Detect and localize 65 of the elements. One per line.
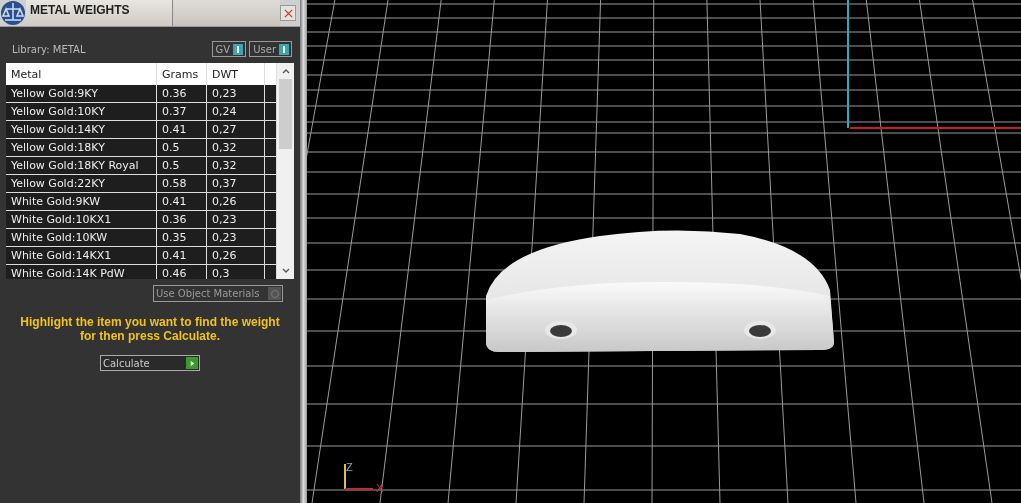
instruction-text: Highlight the item you want to find the weight for then press Calculate. xyxy=(19,315,281,343)
table-row[interactable]: Yellow Gold:18KY Royal 0.5 0,32 xyxy=(6,157,277,175)
part-drawing[interactable] xyxy=(486,230,834,352)
table-row[interactable]: Yellow Gold:9KY 0.36 0,23 xyxy=(6,85,277,103)
axis-label: X xyxy=(376,482,384,494)
table-cell: 0.41 xyxy=(157,121,207,138)
table-cell: Yellow Gold:18KY xyxy=(6,139,157,156)
table-cell: 0,27 xyxy=(207,121,265,138)
table-cell: White Gold:10KX1 xyxy=(6,211,157,228)
table-row[interactable]: White Gold:14K PdW 0.46 0,3 xyxy=(6,265,277,279)
table-cell: 0.35 xyxy=(157,229,207,246)
axis-icon xyxy=(344,463,374,490)
library-label: Library: METAL xyxy=(12,43,86,55)
table-row[interactable]: Yellow Gold:22KY 0.58 0,37 xyxy=(6,175,277,193)
table-cell: 0.46 xyxy=(157,265,207,279)
table-cell: 0.5 xyxy=(157,139,207,156)
table-cell: 0,24 xyxy=(207,103,265,120)
table-row[interactable]: Yellow Gold:14KY 0.41 0,27 xyxy=(6,121,277,139)
table-cell: Yellow Gold:22KY xyxy=(6,175,157,192)
table-cell: 0,23 xyxy=(207,85,265,102)
table-cell: 0.5 xyxy=(157,157,207,174)
table-cell: 0.41 xyxy=(157,247,207,264)
table-cell: White Gold:14KX1 xyxy=(6,247,157,264)
table-row[interactable]: White Gold:14KX1 0.41 0,26 xyxy=(6,247,277,265)
use-object-materials-checkbox[interactable]: Use Object Materials xyxy=(153,285,283,302)
play-icon xyxy=(188,359,196,367)
table-cell: Yellow Gold:18KY Royal xyxy=(6,157,157,174)
table-cell: White Gold:9KW xyxy=(6,193,157,210)
window-title: METAL WEIGHTS xyxy=(26,0,173,26)
scroll-up-icon[interactable] xyxy=(280,67,291,75)
splitter[interactable] xyxy=(300,0,307,503)
axis-label: Z xyxy=(346,461,353,473)
close-icon xyxy=(283,8,293,18)
table-cell: 0,23 xyxy=(207,211,265,228)
table-cell: 0.36 xyxy=(157,211,207,228)
table-cell: 0,37 xyxy=(207,175,265,192)
table-row[interactable]: Yellow Gold:18KY 0.5 0,32 xyxy=(6,139,277,157)
scroll-down-icon[interactable] xyxy=(280,267,291,275)
scroll-thumb[interactable] xyxy=(279,79,292,149)
table-cell: 0,32 xyxy=(207,139,265,156)
calculate-button[interactable]: Calculate xyxy=(100,355,200,371)
table-cell: 0.36 xyxy=(157,85,207,102)
scale-icon xyxy=(0,0,26,26)
table-cell: Yellow Gold:9KY xyxy=(6,85,157,102)
toggle-button[interactable]: GV xyxy=(211,41,247,57)
table-cell: 0.41 xyxy=(157,193,207,210)
table-cell: 0.58 xyxy=(157,175,207,192)
scrollbar[interactable] xyxy=(277,63,294,279)
table-cell: Yellow Gold:10KY xyxy=(6,103,157,120)
table-row[interactable]: Yellow Gold:10KY 0.37 0,24 xyxy=(6,103,277,121)
table-cell: 0,26 xyxy=(207,247,265,264)
table-cell: Yellow Gold:14KY xyxy=(6,121,157,138)
3d-viewport[interactable]: Z X xyxy=(307,0,1021,503)
table-cell: 0,3 xyxy=(207,265,265,279)
table-row[interactable]: White Gold:9KW 0.41 0,26 xyxy=(6,193,277,211)
table-row[interactable]: White Gold:10KW 0.35 0,23 xyxy=(6,229,277,247)
table-cell: 0,23 xyxy=(207,229,265,246)
table-cell: 0,32 xyxy=(207,157,265,174)
table-cell: 0,26 xyxy=(207,193,265,210)
table-cell: White Gold:10KW xyxy=(6,229,157,246)
table-cell: 0.37 xyxy=(157,103,207,120)
table-row[interactable]: White Gold:10KX1 0.36 0,23 xyxy=(6,211,277,229)
table-cell: White Gold:14K PdW xyxy=(6,265,157,279)
toggle-button[interactable]: User xyxy=(249,41,292,57)
close-button[interactable] xyxy=(280,5,296,21)
